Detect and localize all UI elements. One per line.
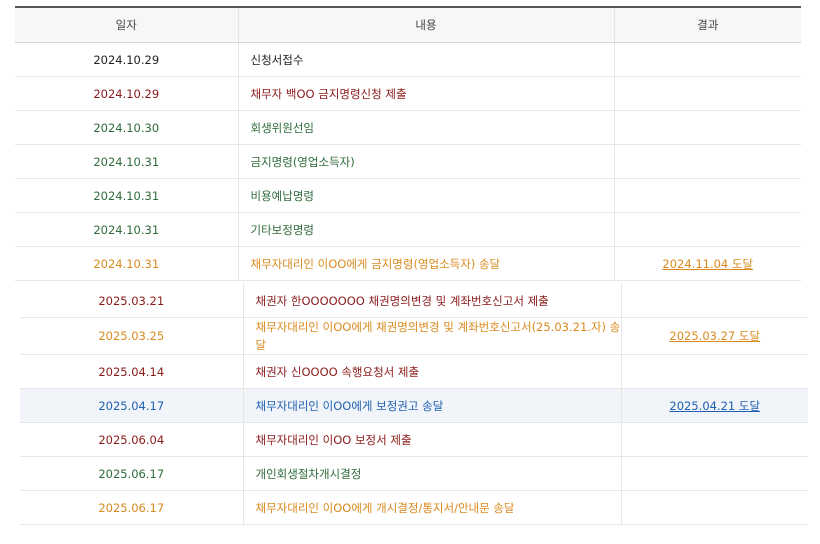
delivery-result-link[interactable]: 2025.04.21 도달	[669, 399, 760, 413]
case-history-table-continued: 2025.03.21 채권자 한OOOOOOO 채권명의변경 및 계좌번호신고서 …	[20, 284, 808, 525]
table-row: 2025.06.17 채무자대리인 이OO에게 개시결정/통지서/안내문 송달	[20, 490, 808, 525]
row-result	[620, 354, 808, 389]
table-row: 2025.04.17 채무자대리인 이OO에게 보정권고 송달 2025.04.21…	[20, 388, 808, 423]
row-result	[613, 144, 801, 179]
row-date: 2024.10.31	[15, 212, 238, 247]
row-date: 2025.04.17	[20, 388, 243, 423]
row-result	[620, 422, 808, 457]
table-row: 2024.10.31 금지명령(영업소득자)	[15, 144, 801, 179]
header-content: 내용	[237, 7, 614, 43]
row-result	[613, 76, 801, 111]
row-content: 채무자대리인 이OO에게 채권명의변경 및 계좌번호신고서(25.03.21.자…	[242, 317, 621, 355]
row-content: 채무자대리인 이OO 보정서 제출	[242, 422, 621, 457]
row-result	[613, 212, 801, 247]
row-date: 2024.10.31	[15, 246, 238, 281]
row-content: 채권자 신OOOO 속행요청서 제출	[242, 354, 621, 389]
row-date: 2024.10.31	[15, 178, 238, 213]
row-content: 채무자대리인 이OO에게 보정권고 송달	[242, 388, 621, 423]
table-row: 2024.10.29 채무자 백OO 금지명령신청 제출	[15, 76, 801, 111]
row-content: 채권자 한OOOOOOO 채권명의변경 및 계좌번호신고서 제출	[242, 284, 621, 318]
table-row: 2024.10.31 기타보정명령	[15, 212, 801, 247]
row-date: 2024.10.29	[15, 76, 238, 111]
row-content: 금지명령(영업소득자)	[237, 144, 614, 179]
table-body-2025: 2025.03.21 채권자 한OOOOOOO 채권명의변경 및 계좌번호신고서 …	[20, 284, 808, 525]
row-content: 채무자대리인 이OO에게 금지명령(영업소득자) 송달	[237, 246, 614, 281]
row-date: 2025.03.21	[20, 284, 243, 318]
row-date: 2025.03.25	[20, 317, 243, 355]
row-result: 2024.11.04 도달	[613, 246, 801, 281]
table-row: 2025.06.17 개인회생절차개시결정	[20, 456, 808, 491]
row-result	[620, 456, 808, 491]
table-row: 2025.06.04 채무자대리인 이OO 보정서 제출	[20, 422, 808, 457]
row-date: 2024.10.30	[15, 110, 238, 145]
table-row: 2025.03.21 채권자 한OOOOOOO 채권명의변경 및 계좌번호신고서 …	[20, 284, 808, 318]
row-date: 2025.06.17	[20, 456, 243, 491]
row-content: 개인회생절차개시결정	[242, 456, 621, 491]
row-result	[613, 42, 801, 77]
delivery-result-link[interactable]: 2025.03.27 도달	[669, 329, 760, 343]
table-row: 2025.03.25 채무자대리인 이OO에게 채권명의변경 및 계좌번호신고서(…	[20, 317, 808, 355]
row-result: 2025.04.21 도달	[620, 388, 808, 423]
table-row: 2025.04.14 채권자 신OOOO 속행요청서 제출	[20, 354, 808, 389]
row-result	[613, 178, 801, 213]
row-content: 채무자대리인 이OO에게 개시결정/통지서/안내문 송달	[242, 490, 621, 525]
table-row: 2024.10.31 비용예납명령	[15, 178, 801, 213]
header-date: 일자	[15, 7, 238, 43]
row-date: 2025.06.17	[20, 490, 243, 525]
row-content: 기타보정명령	[237, 212, 614, 247]
row-date: 2025.06.04	[20, 422, 243, 457]
row-result	[620, 284, 808, 318]
row-content: 신청서접수	[237, 42, 614, 77]
table-row: 2024.10.29 신청서접수	[15, 42, 801, 77]
table-body-2024: 2024.10.29 신청서접수 2024.10.29 채무자 백OO 금지명령신청 …	[15, 42, 801, 281]
row-result: 2025.03.27 도달	[620, 317, 808, 355]
row-date: 2024.10.29	[15, 42, 238, 77]
row-content: 회생위원선임	[237, 110, 614, 145]
row-result	[620, 490, 808, 525]
header-result: 결과	[613, 7, 801, 43]
row-date: 2024.10.31	[15, 144, 238, 179]
table-row: 2024.10.31 채무자대리인 이OO에게 금지명령(영업소득자) 송달 202…	[15, 246, 801, 281]
table-row: 2024.10.30 회생위원선임	[15, 110, 801, 145]
row-content: 비용예납명령	[237, 178, 614, 213]
row-result	[613, 110, 801, 145]
row-content: 채무자 백OO 금지명령신청 제출	[237, 76, 614, 111]
delivery-result-link[interactable]: 2024.11.04 도달	[662, 257, 753, 271]
row-date: 2025.04.14	[20, 354, 243, 389]
case-history-table: 일자 내용 결과 2024.10.29 신청서접수 2024.10.29 채무자 백O…	[15, 6, 801, 281]
table-header-row: 일자 내용 결과	[15, 7, 801, 43]
